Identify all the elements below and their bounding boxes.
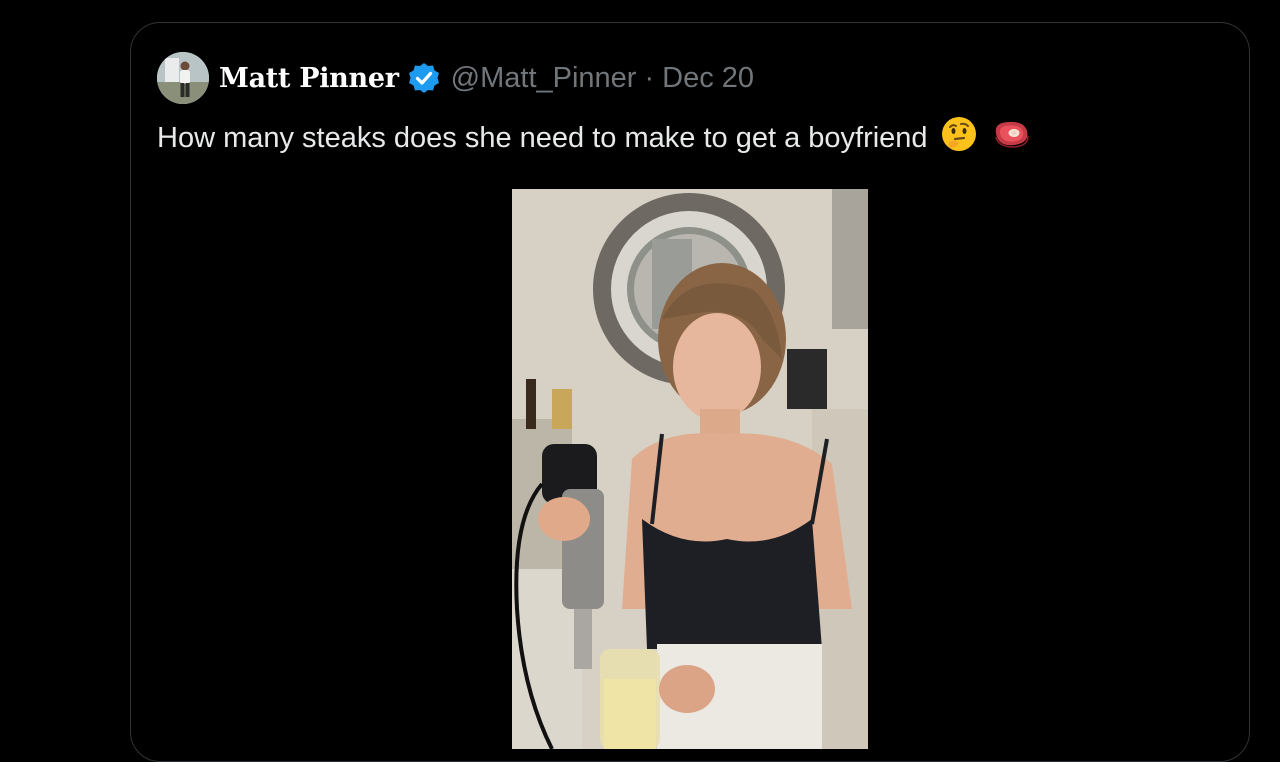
tweet-timestamp[interactable]: Dec 20 — [662, 62, 754, 95]
avatar[interactable] — [157, 52, 209, 104]
author-name[interactable]: Matt Pinner — [219, 63, 399, 94]
tweet-header: Matt Pinner @Matt_Pinner · Dec 20 — [157, 51, 754, 105]
verified-badge-icon — [407, 61, 441, 95]
steak-emoji — [990, 117, 1032, 159]
tweet-text: How many steaks does she need to make to… — [157, 121, 928, 154]
dot-separator: · — [644, 61, 655, 94]
tweet-text-row: How many steaks does she need to make to… — [157, 115, 1032, 161]
tweet-video[interactable] — [512, 189, 868, 749]
thinking-face-emoji — [940, 115, 978, 161]
tweet-card[interactable]: Matt Pinner @Matt_Pinner · Dec 20 How ma… — [130, 22, 1250, 762]
author-handle[interactable]: @Matt_Pinner — [451, 62, 637, 95]
